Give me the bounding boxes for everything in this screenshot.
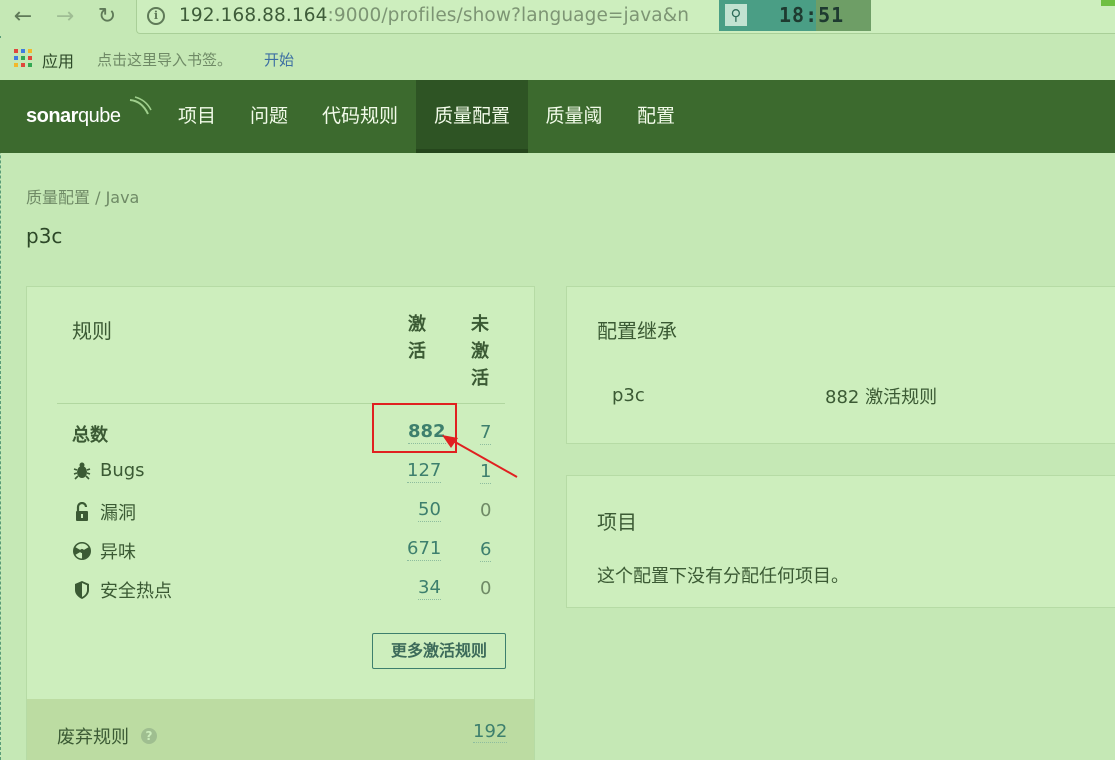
deprecated-rules-label: 废弃规则 ? bbox=[57, 723, 157, 749]
rule-row-code-smell-label: 异味 bbox=[72, 538, 136, 564]
rules-heading: 规则 bbox=[72, 319, 112, 343]
inheritance-profile-name[interactable]: p3c bbox=[612, 385, 645, 406]
help-icon[interactable]: ? bbox=[141, 728, 157, 744]
bookmark-start-link[interactable]: 开始 bbox=[264, 49, 294, 70]
page-title: p3c bbox=[26, 224, 63, 248]
active-column-header: 激活 bbox=[408, 314, 426, 362]
rule-row-bugs-label: Bugs bbox=[72, 460, 145, 481]
vulnerabilities-active-count[interactable]: 50 bbox=[418, 499, 441, 522]
rule-row-vulnerability-label: 漏洞 bbox=[72, 499, 136, 525]
annotation-arrow-icon bbox=[442, 435, 518, 478]
projects-empty-text: 这个配置下没有分配任何项目。 bbox=[597, 566, 849, 587]
more-active-rules-button[interactable]: 更多激活规则 bbox=[372, 633, 506, 669]
rules-card: 规则 激活 未激活 总数 882 7 Bugs 127 1 漏洞 50 0 异味… bbox=[26, 286, 535, 760]
logo-wave-icon bbox=[129, 96, 152, 115]
sonarqube-logo[interactable]: sonarqube bbox=[26, 105, 121, 128]
pin-icon[interactable]: ⚲ bbox=[725, 4, 747, 26]
url-input[interactable]: i 192.168.88.164:9000/profiles/show?lang… bbox=[136, 0, 1115, 34]
info-icon[interactable]: i bbox=[147, 7, 165, 25]
nav-projects[interactable]: 项目 bbox=[165, 80, 229, 153]
main-navigation: sonarqube 项目 问题 代码规则 质量配置 质量阈 配置 bbox=[0, 80, 1115, 153]
nav-rules[interactable]: 代码规则 bbox=[306, 80, 414, 153]
clock-time: 18:51 bbox=[779, 3, 845, 27]
lock-icon bbox=[76, 502, 88, 521]
radiation-icon bbox=[73, 542, 91, 560]
inheritance-card: 配置继承 p3c 882 激活规则 bbox=[566, 286, 1115, 444]
inheritance-active-rules: 882 激活规则 bbox=[825, 387, 938, 408]
rule-row-hotspot-label: 安全热点 bbox=[72, 577, 172, 603]
inheritance-title: 配置继承 bbox=[597, 319, 677, 343]
nav-administration[interactable]: 配置 bbox=[624, 80, 688, 153]
back-icon[interactable]: ← bbox=[10, 4, 36, 30]
shield-icon bbox=[75, 581, 89, 599]
code-smells-inactive-count[interactable]: 6 bbox=[480, 539, 492, 562]
vulnerabilities-inactive-count: 0 bbox=[480, 500, 492, 521]
deprecated-rules-section: 废弃规则 ? 192 bbox=[27, 699, 534, 760]
bugs-active-count[interactable]: 127 bbox=[407, 460, 442, 483]
projects-card: 项目 这个配置下没有分配任何项目。 bbox=[566, 475, 1115, 608]
hotspots-inactive-count: 0 bbox=[480, 578, 492, 599]
nav-quality-profiles[interactable]: 质量配置 bbox=[416, 80, 528, 153]
apps-grid-icon[interactable] bbox=[14, 49, 32, 67]
bookmark-apps[interactable]: 应用 bbox=[42, 48, 74, 72]
deprecated-rules-count[interactable]: 192 bbox=[473, 721, 508, 743]
code-smells-active-count[interactable]: 671 bbox=[407, 538, 442, 561]
hotspots-active-count[interactable]: 34 bbox=[418, 577, 441, 600]
url-text: 192.168.88.164:9000/profiles/show?langua… bbox=[179, 5, 690, 26]
address-bar-row: ← → ↻ i 192.168.88.164:9000/profiles/sho… bbox=[0, 0, 1115, 36]
rule-row-total-label: 总数 bbox=[72, 425, 108, 446]
projects-title: 项目 bbox=[597, 510, 637, 534]
corner-badge bbox=[1101, 0, 1115, 6]
reload-icon[interactable]: ↻ bbox=[94, 4, 120, 30]
bookmarks-bar: 应用 点击这里导入书签。 开始 bbox=[0, 38, 1115, 80]
nav-issues[interactable]: 问题 bbox=[237, 80, 301, 153]
clock-widget: ⚲ 18:51 bbox=[719, 0, 871, 31]
nav-quality-gates[interactable]: 质量阈 bbox=[532, 80, 616, 153]
breadcrumb[interactable]: 质量配置 / Java bbox=[26, 184, 139, 208]
inactive-column-header: 未激活 bbox=[471, 314, 489, 389]
bookmark-import-hint[interactable]: 点击这里导入书签。 bbox=[97, 49, 232, 70]
bug-icon bbox=[73, 462, 91, 480]
forward-icon[interactable]: → bbox=[52, 4, 78, 30]
